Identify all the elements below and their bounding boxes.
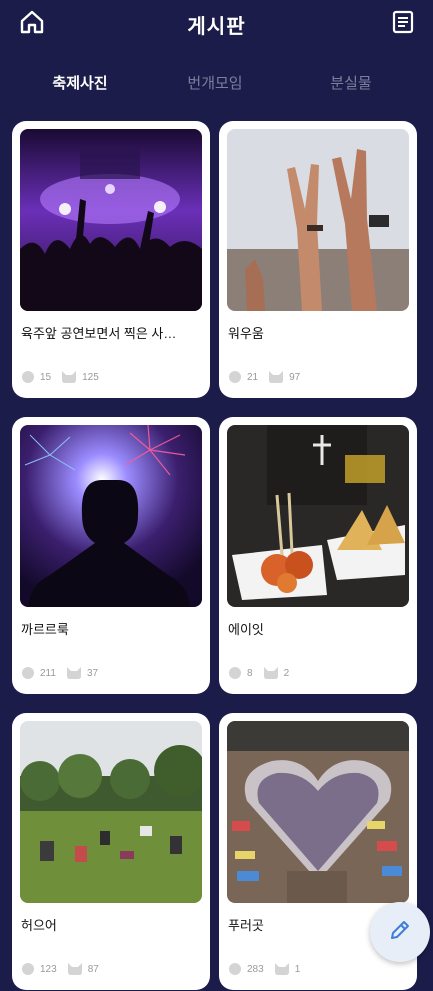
like-count: 125	[82, 371, 99, 383]
post-stats: 8 2	[229, 666, 289, 680]
header: 게시판	[0, 0, 433, 46]
page-title: 게시판	[187, 16, 246, 38]
cat-like-icon	[263, 666, 279, 680]
post-card[interactable]: 허으어 123 87	[12, 713, 210, 990]
comment-count: 211	[40, 667, 56, 679]
comment-count: 283	[247, 963, 264, 975]
cat-like-icon	[274, 962, 290, 976]
post-stats: 15 125	[22, 370, 99, 384]
post-title: 워우움	[228, 326, 264, 341]
like-count: 2	[283, 667, 290, 679]
comment-icon	[22, 963, 34, 975]
like-count: 1	[294, 963, 301, 975]
comment-icon	[229, 371, 241, 383]
comment-icon	[22, 667, 34, 679]
category-tabs: 축제사진 번개모임 분실물	[0, 72, 433, 98]
list-icon[interactable]	[389, 8, 417, 36]
cat-like-icon	[67, 962, 83, 976]
post-stats: 123 87	[22, 962, 99, 976]
post-stats: 211 37	[22, 666, 98, 680]
cat-like-icon	[268, 370, 284, 384]
comment-count: 21	[247, 371, 259, 383]
comment-count: 15	[40, 371, 52, 383]
post-image-hands	[227, 129, 409, 311]
cat-like-icon	[66, 666, 82, 680]
comment-icon	[229, 963, 241, 975]
post-title: 에이잇	[228, 622, 264, 637]
post-stats: 283 1	[229, 962, 300, 976]
cat-like-icon	[61, 370, 77, 384]
comment-icon	[22, 371, 34, 383]
post-title: 허으어	[21, 918, 57, 933]
board-screen: 게시판 축제사진 번개모임 분실물 육주앞 공연보면서 찍은 사… 15 125…	[0, 0, 433, 991]
write-post-button[interactable]	[370, 902, 430, 962]
post-card[interactable]: 에이잇 8 2	[219, 417, 417, 694]
comment-count: 123	[40, 963, 57, 975]
like-count: 97	[289, 371, 301, 383]
like-count: 37	[86, 667, 99, 679]
post-card[interactable]: 워우움 21 97	[219, 121, 417, 398]
post-stats: 21 97	[229, 370, 300, 384]
post-card[interactable]: 까르르룩 211 37	[12, 417, 210, 694]
post-image-books	[227, 721, 409, 903]
comment-icon	[229, 667, 241, 679]
post-image-park	[20, 721, 202, 903]
tab-lost-and-found[interactable]: 분실물	[291, 72, 411, 93]
like-count: 87	[87, 963, 99, 975]
post-card[interactable]: 육주앞 공연보면서 찍은 사… 15 125	[12, 121, 210, 398]
comment-count: 8	[247, 667, 253, 679]
post-image-concert	[20, 129, 202, 311]
tab-festival-photos[interactable]: 축제사진	[20, 72, 140, 93]
post-image-food	[227, 425, 409, 607]
tab-meetups[interactable]: 번개모임	[155, 72, 275, 93]
post-image-fireworks	[20, 425, 202, 607]
post-title: 까르르룩	[21, 622, 69, 637]
post-title: 육주앞 공연보면서 찍은 사…	[21, 326, 177, 341]
pencil-icon	[388, 918, 412, 947]
